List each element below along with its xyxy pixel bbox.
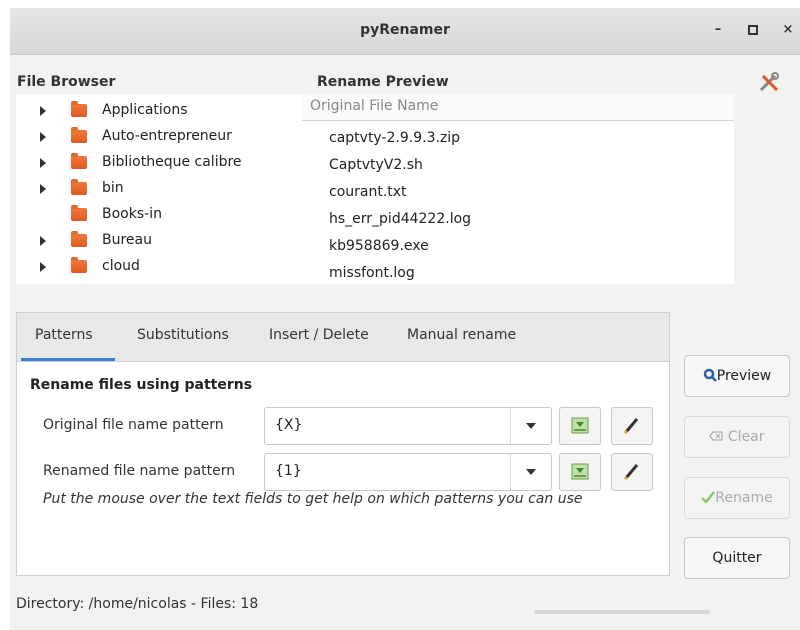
rename-button[interactable]: Rename: [684, 477, 790, 519]
maximize-icon: [748, 25, 758, 35]
pencil-icon: [623, 418, 639, 435]
pencil-icon: [623, 464, 639, 481]
rename-button-label: Rename: [715, 490, 773, 506]
tab-substitutions[interactable]: Substitutions: [137, 327, 229, 343]
quit-button[interactable]: Quitter: [684, 537, 790, 579]
maximize-button[interactable]: [743, 20, 763, 40]
save-original-pattern-button[interactable]: [559, 407, 601, 445]
expand-arrow-icon[interactable]: [40, 262, 46, 272]
tree-item-bureau[interactable]: Bureau: [16, 228, 302, 254]
file-browser-tree[interactable]: Applications Auto-entrepreneur Bibliothe…: [16, 94, 303, 284]
renamed-pattern-label: Renamed file name pattern: [43, 463, 236, 479]
window-title: pyRenamer: [360, 22, 450, 38]
edit-renamed-pattern-button[interactable]: [611, 453, 653, 491]
tab-insert-delete[interactable]: Insert / Delete: [269, 327, 369, 343]
renamed-pattern-combo[interactable]: {1}: [264, 453, 552, 491]
tree-item-label: Applications: [102, 102, 188, 118]
expand-arrow-icon[interactable]: [40, 236, 46, 246]
list-item[interactable]: CaptvtyV2.sh: [329, 157, 423, 173]
clear-button-label: Clear: [727, 429, 765, 445]
expand-arrow-icon[interactable]: [40, 158, 46, 168]
tab-bar: Patterns Substitutions Insert / Delete M…: [17, 313, 669, 362]
preview-button-label: Preview: [716, 368, 772, 384]
folder-icon: [71, 153, 87, 169]
list-item[interactable]: hs_err_pid44222.log: [329, 211, 471, 227]
tree-item-label: Auto-entrepreneur: [102, 128, 232, 144]
expand-arrow-icon[interactable]: [40, 106, 46, 116]
list-item[interactable]: missfont.log: [329, 265, 415, 281]
folder-icon: [71, 257, 87, 273]
chevron-down-icon[interactable]: [510, 454, 551, 490]
edit-original-pattern-button[interactable]: [611, 407, 653, 445]
original-pattern-label: Original file name pattern: [43, 417, 224, 433]
file-browser-header: File Browser: [17, 74, 116, 90]
tab-patterns[interactable]: Patterns: [35, 327, 93, 343]
close-button[interactable]: ×: [778, 20, 798, 40]
tools-icon[interactable]: [757, 70, 781, 94]
tree-item-label: Bibliotheque calibre: [102, 154, 242, 170]
clear-button[interactable]: Clear: [684, 416, 790, 458]
title-bar[interactable]: pyRenamer – ×: [10, 8, 800, 55]
tree-item-cloud[interactable]: cloud: [16, 254, 302, 280]
pattern-hint: Put the mouse over the text fields to ge…: [43, 491, 583, 507]
tree-item-books-in[interactable]: Books-in: [16, 202, 302, 228]
expand-arrow-icon[interactable]: [40, 184, 46, 194]
folder-icon: [71, 127, 87, 143]
preview-button[interactable]: Preview: [684, 355, 790, 397]
tree-item-auto-entrepreneur[interactable]: Auto-entrepreneur: [16, 124, 302, 150]
options-panel: Patterns Substitutions Insert / Delete M…: [16, 312, 670, 576]
renamed-pattern-input[interactable]: {1}: [275, 463, 302, 479]
folder-icon: [71, 231, 87, 247]
rename-preview-list[interactable]: Original File Name captvty-2.9.9.3.zip C…: [302, 94, 734, 284]
checkmark-icon: [701, 491, 716, 504]
tree-item-label: Books-in: [102, 206, 162, 222]
list-item[interactable]: captvty-2.9.9.3.zip: [329, 130, 460, 146]
minimize-button[interactable]: –: [708, 20, 728, 40]
tab-manual-rename[interactable]: Manual rename: [407, 327, 516, 343]
tree-item-label: bin: [102, 180, 124, 196]
folder-icon: [71, 205, 87, 221]
progress-bar: [534, 610, 710, 614]
save-renamed-pattern-button[interactable]: [559, 453, 601, 491]
tree-item-bin[interactable]: bin: [16, 176, 302, 202]
tree-item-applications[interactable]: Applications: [16, 98, 302, 124]
magnifier-icon: [703, 368, 717, 382]
section-title: Rename files using patterns: [30, 377, 253, 393]
original-pattern-combo[interactable]: {X}: [264, 407, 552, 445]
status-text: Directory: /home/nicolas - Files: 18: [16, 596, 259, 612]
active-tab-indicator: [21, 358, 115, 361]
clear-icon: [709, 431, 724, 441]
list-item[interactable]: kb958869.exe: [329, 238, 429, 254]
save-icon: [571, 463, 589, 480]
tree-item-bibliotheque-calibre[interactable]: Bibliotheque calibre: [16, 150, 302, 176]
list-item[interactable]: courant.txt: [329, 184, 407, 200]
chevron-down-icon[interactable]: [510, 408, 551, 444]
expand-arrow-icon[interactable]: [40, 132, 46, 142]
folder-icon: [71, 179, 87, 195]
rename-preview-header: Rename Preview: [317, 74, 449, 90]
folder-icon: [71, 101, 87, 117]
tree-item-label: Bureau: [102, 232, 152, 248]
column-header-label: Original File Name: [310, 98, 439, 114]
tree-item-label: cloud: [102, 258, 140, 274]
save-icon: [571, 417, 589, 434]
original-pattern-input[interactable]: {X}: [275, 417, 302, 433]
column-header-original-file-name[interactable]: Original File Name: [302, 94, 734, 121]
